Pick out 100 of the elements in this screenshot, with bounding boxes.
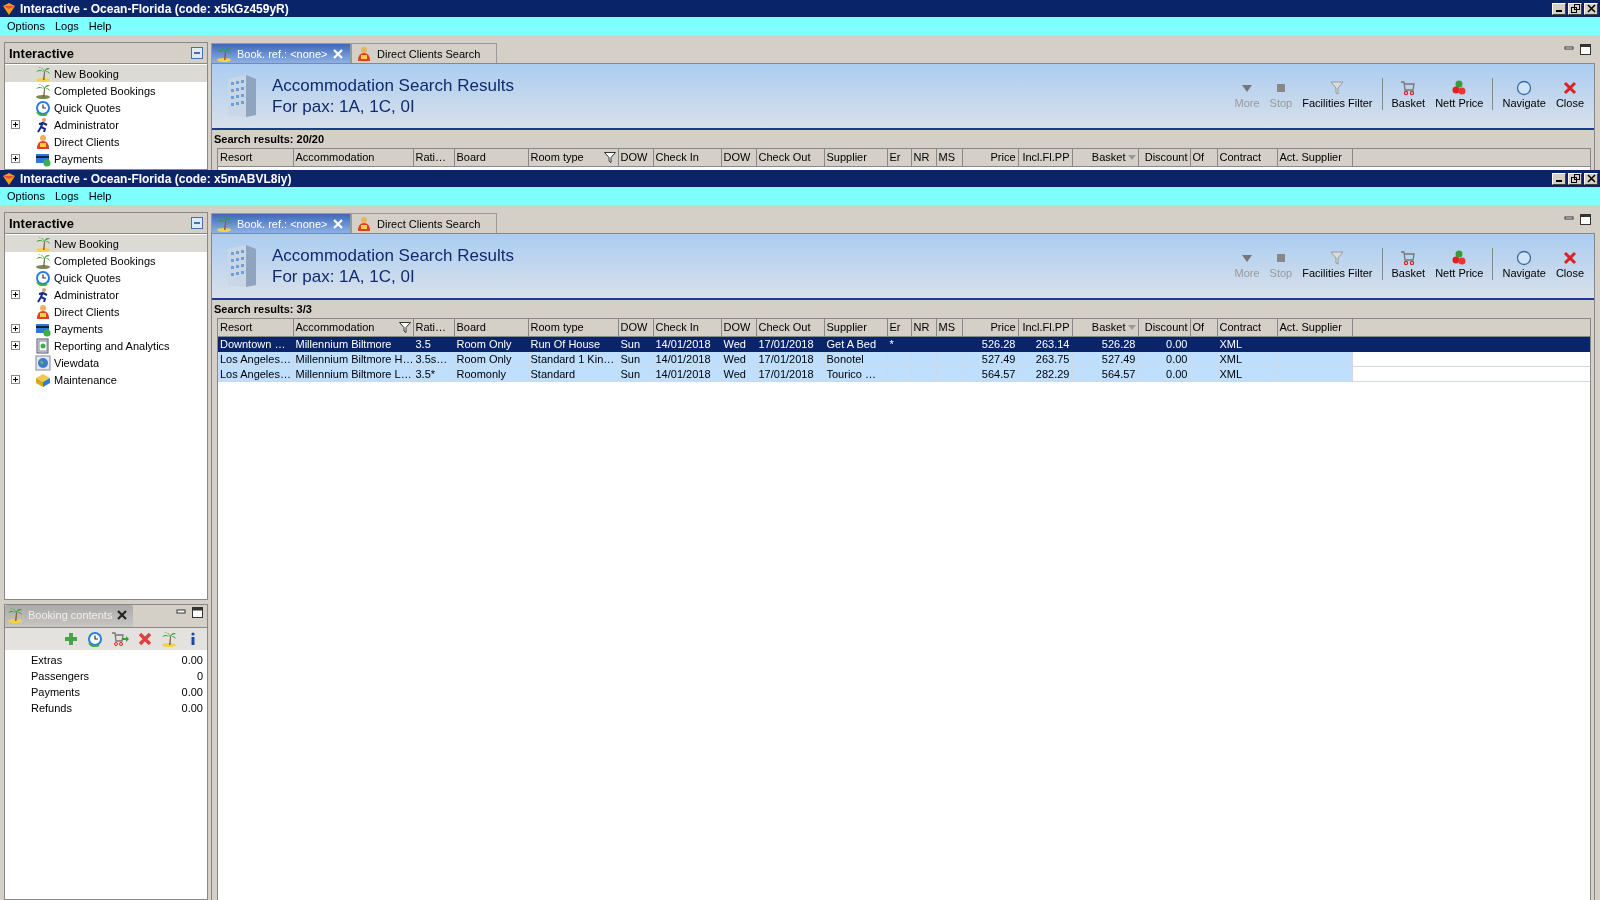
column-header[interactable]: DOW	[721, 149, 756, 166]
column-header[interactable]: Price	[962, 149, 1018, 166]
tree-item[interactable]: New Booking	[5, 65, 207, 82]
column-header[interactable]: Supplier	[824, 319, 887, 336]
close-icon[interactable]	[117, 610, 128, 620]
column-header[interactable]: Act. Supplier	[1277, 149, 1352, 166]
palm-tree-icon	[35, 82, 51, 99]
column-header[interactable]: DOW	[721, 319, 756, 336]
column-header[interactable]: DOW	[618, 149, 653, 166]
tree-item[interactable]: Quick Quotes	[5, 99, 207, 116]
toolbar-button[interactable]: Basket	[1387, 249, 1430, 279]
column-header[interactable]: Check In	[653, 149, 721, 166]
column-header[interactable]: Er	[887, 149, 911, 166]
tree-item[interactable]: Viewdata	[5, 354, 207, 371]
column-header[interactable]: MS	[936, 149, 962, 166]
column-header[interactable]: Er	[887, 319, 911, 336]
column-header[interactable]: Basket	[1072, 149, 1138, 166]
close-button[interactable]	[1584, 2, 1598, 15]
column-header[interactable]: Check In	[653, 319, 721, 336]
tree-item[interactable]: Reporting and Analytics	[5, 337, 207, 354]
column-header[interactable]: Accommodation	[293, 319, 413, 336]
column-header[interactable]: Room type	[528, 319, 618, 336]
column-header[interactable]: Resort	[218, 319, 293, 336]
delete-icon[interactable]	[137, 631, 153, 647]
column-header[interactable]: Check Out	[756, 319, 824, 336]
menu-item[interactable]: Options	[2, 20, 50, 32]
tab[interactable]: Direct Clients Search	[351, 43, 497, 63]
column-header[interactable]: Of	[1190, 149, 1217, 166]
filter-icon[interactable]	[398, 322, 411, 333]
tree-item[interactable]: New Booking	[5, 235, 207, 252]
column-header[interactable]: Basket	[1072, 319, 1138, 336]
column-header[interactable]: Accommodation	[293, 149, 413, 166]
tree-item[interactable]: Maintenance	[5, 371, 207, 388]
maximize-icon[interactable]	[1580, 44, 1591, 55]
column-header[interactable]: Act. Supplier	[1277, 319, 1352, 336]
restore-button[interactable]	[1568, 2, 1582, 15]
tab[interactable]: Direct Clients Search	[351, 213, 497, 233]
column-header[interactable]: Check Out	[756, 149, 824, 166]
palm-tree-icon[interactable]	[161, 631, 177, 647]
column-header[interactable]: Supplier	[824, 149, 887, 166]
column-header[interactable]: Rati…	[413, 149, 454, 166]
column-header[interactable]: Board	[454, 149, 528, 166]
toolbar-button[interactable]: Close	[1551, 79, 1588, 109]
tree-item[interactable]: Direct Clients	[5, 133, 207, 150]
column-header[interactable]: Incl.Fl.PP	[1018, 319, 1072, 336]
toolbar-button[interactable]: Navigate	[1498, 79, 1550, 109]
toolbar-button[interactable]: Close	[1551, 249, 1588, 279]
column-header[interactable]: Rati…	[413, 319, 454, 336]
minimize-button[interactable]	[1552, 172, 1566, 185]
column-header[interactable]: MS	[936, 319, 962, 336]
expand-icon[interactable]	[11, 375, 20, 384]
minimize-button[interactable]	[1552, 2, 1566, 15]
column-header[interactable]: Price	[962, 319, 1018, 336]
filter-icon[interactable]	[603, 152, 616, 163]
tree-item[interactable]: Payments	[5, 320, 207, 337]
column-header[interactable]: NR	[911, 149, 936, 166]
tree-item[interactable]: Completed Bookings	[5, 252, 207, 269]
tree-item[interactable]: Administrator	[5, 286, 207, 303]
maximize-icon[interactable]	[192, 607, 203, 618]
results-title: Accommodation Search Results	[272, 75, 514, 96]
column-header[interactable]: Discount	[1138, 149, 1190, 166]
close-button[interactable]	[1584, 172, 1598, 185]
column-header[interactable]: Resort	[218, 149, 293, 166]
menu-item[interactable]: Logs	[49, 20, 84, 32]
tree-item[interactable]: Quick Quotes	[5, 269, 207, 286]
collapse-icon[interactable]	[191, 217, 203, 229]
maximize-icon[interactable]	[1580, 214, 1591, 225]
column-header[interactable]: Of	[1190, 319, 1217, 336]
toolbar-button[interactable]: Basket	[1387, 79, 1430, 109]
menu-item[interactable]: Logs	[49, 190, 84, 202]
toolbar-button[interactable]: Nett Price	[1431, 79, 1488, 109]
toolbar-button[interactable]: Navigate	[1498, 249, 1550, 279]
column-header[interactable]: NR	[911, 319, 936, 336]
expand-icon[interactable]	[11, 324, 20, 333]
column-header[interactable]: Board	[454, 319, 528, 336]
column-header[interactable]: Discount	[1138, 319, 1190, 336]
restore-button[interactable]	[1568, 172, 1582, 185]
menu-item[interactable]: Help	[83, 190, 117, 202]
expand-icon[interactable]	[11, 120, 20, 129]
toolbar-button[interactable]: Facilities Filter	[1298, 79, 1377, 109]
tree-item[interactable]: Completed Bookings	[5, 82, 207, 99]
cart-icon[interactable]	[111, 631, 129, 647]
tree-item[interactable]: Direct Clients	[5, 303, 207, 320]
clock-icon[interactable]	[87, 631, 103, 647]
menu-item[interactable]: Options	[2, 190, 50, 202]
tree-item[interactable]: Payments	[5, 150, 207, 167]
column-header[interactable]: Contract	[1217, 319, 1277, 336]
funnel-icon	[1329, 79, 1346, 96]
column-header[interactable]: DOW	[618, 319, 653, 336]
menu-item[interactable]: Help	[83, 20, 117, 32]
column-header[interactable]: Room type	[528, 149, 618, 166]
expand-icon[interactable]	[11, 154, 20, 163]
column-header[interactable]: Incl.Fl.PP	[1018, 149, 1072, 166]
toolbar-button[interactable]: Nett Price	[1431, 249, 1488, 279]
column-header[interactable]: Contract	[1217, 149, 1277, 166]
collapse-icon[interactable]	[191, 47, 203, 59]
expand-icon[interactable]	[11, 341, 20, 350]
expand-icon[interactable]	[11, 290, 20, 299]
tree-item[interactable]: Administrator	[5, 116, 207, 133]
toolbar-button[interactable]: Facilities Filter	[1298, 249, 1377, 279]
